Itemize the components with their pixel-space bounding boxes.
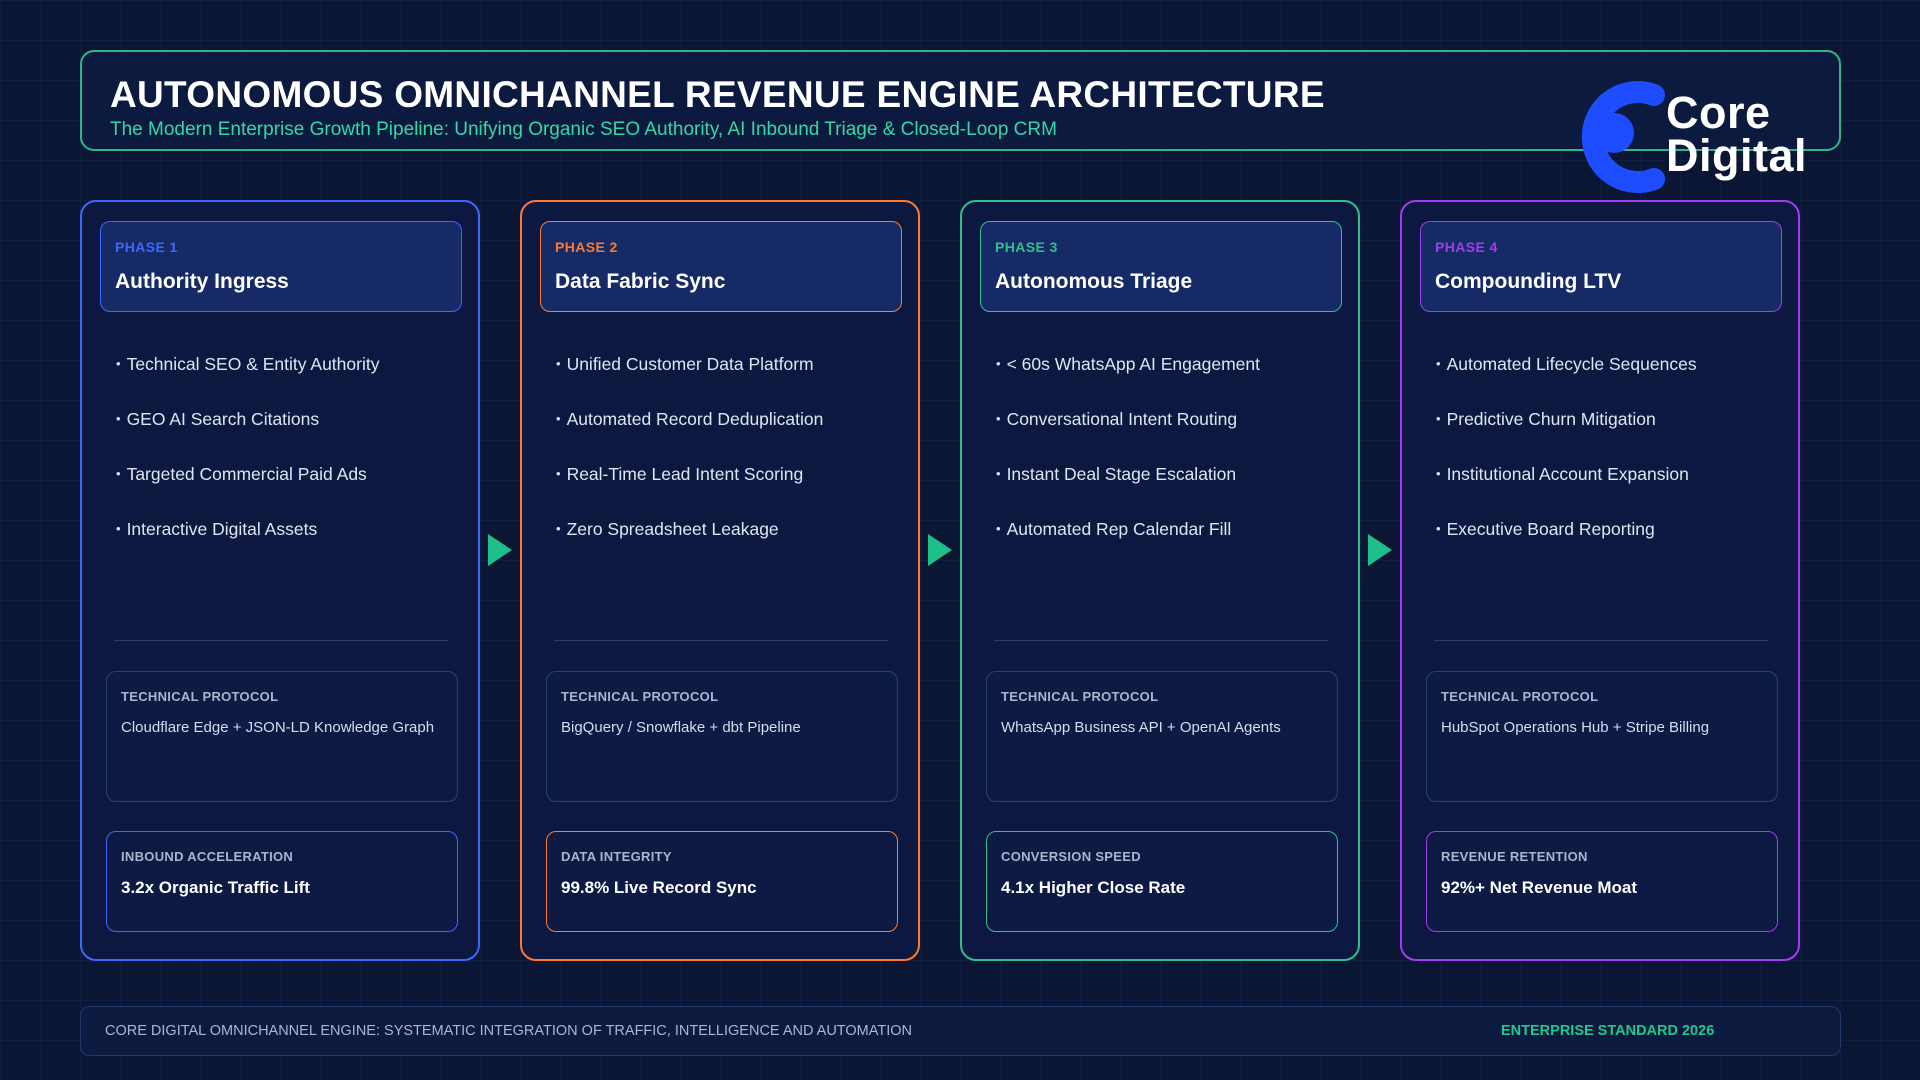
list-item: Automated Rep Calendar Fill <box>996 519 1260 574</box>
list-item: GEO AI Search Citations <box>116 409 379 464</box>
metric-box: REVENUE RETENTION 92%+ Net Revenue Moat <box>1426 831 1778 932</box>
phase-header: PHASE 2 Data Fabric Sync <box>540 221 902 312</box>
phase-card-1: PHASE 1 Authority Ingress Technical SEO … <box>80 200 480 961</box>
flow-arrow-icon <box>1368 534 1392 566</box>
metric-value: 92%+ Net Revenue Moat <box>1441 878 1638 897</box>
metric-box: DATA INTEGRITY 99.8% Live Record Sync <box>546 831 898 932</box>
divider <box>114 640 448 641</box>
logo: Core Digital <box>1572 78 1822 198</box>
metric-label: INBOUND ACCELERATION <box>121 849 294 864</box>
footer-standard-label: ENTERPRISE STANDARD 2026 <box>1501 1023 1715 1039</box>
list-item: Zero Spreadsheet Leakage <box>556 519 823 574</box>
phase-name: Compounding LTV <box>1435 270 1622 293</box>
phase-name: Data Fabric Sync <box>555 270 726 293</box>
divider <box>994 640 1328 641</box>
protocol-value: HubSpot Operations Hub + Stripe Billing <box>1441 719 1710 736</box>
phase-number: PHASE 4 <box>1435 239 1498 255</box>
phase-card-3: PHASE 3 Autonomous Triage < 60s WhatsApp… <box>960 200 1360 961</box>
list-item: Unified Customer Data Platform <box>556 354 823 409</box>
phase-number: PHASE 1 <box>115 239 178 255</box>
list-item: Instant Deal Stage Escalation <box>996 464 1260 519</box>
list-item: Conversational Intent Routing <box>996 409 1260 464</box>
page-subtitle: The Modern Enterprise Growth Pipeline: U… <box>110 119 1057 140</box>
metric-box: CONVERSION SPEED 4.1x Higher Close Rate <box>986 831 1338 932</box>
metric-label: REVENUE RETENTION <box>1441 849 1588 864</box>
protocol-value: BigQuery / Snowflake + dbt Pipeline <box>561 719 801 736</box>
list-item: Automated Lifecycle Sequences <box>1436 354 1697 409</box>
list-item: Executive Board Reporting <box>1436 519 1697 574</box>
metric-label: CONVERSION SPEED <box>1001 849 1141 864</box>
protocol-label: TECHNICAL PROTOCOL <box>121 689 279 704</box>
logo-text-core: Core <box>1666 87 1771 138</box>
list-item: Automated Record Deduplication <box>556 409 824 464</box>
technical-protocol-box: TECHNICAL PROTOCOL WhatsApp Business API… <box>986 671 1338 802</box>
footer-caption: CORE DIGITAL OMNICHANNEL ENGINE: SYSTEMA… <box>105 1023 912 1039</box>
list-item: Interactive Digital Assets <box>116 519 379 574</box>
phase-name: Authority Ingress <box>115 270 289 293</box>
phase-card-4: PHASE 4 Compounding LTV Automated Lifecy… <box>1400 200 1800 961</box>
metric-value: 3.2x Organic Traffic Lift <box>121 878 310 897</box>
feature-list: < 60s WhatsApp AI Engagement Conversatio… <box>996 354 1260 574</box>
phase-header: PHASE 1 Authority Ingress <box>100 221 462 312</box>
metric-label: DATA INTEGRITY <box>561 849 672 864</box>
phase-header: PHASE 4 Compounding LTV <box>1420 221 1782 312</box>
list-item: Technical SEO & Entity Authority <box>116 354 380 409</box>
phase-name: Autonomous Triage <box>995 270 1193 293</box>
protocol-value: Cloudflare Edge + JSON-LD Knowledge Grap… <box>121 719 435 736</box>
phase-card-2: PHASE 2 Data Fabric Sync Unified Custome… <box>520 200 920 961</box>
technical-protocol-box: TECHNICAL PROTOCOL Cloudflare Edge + JSO… <box>106 671 458 802</box>
protocol-label: TECHNICAL PROTOCOL <box>561 689 719 704</box>
feature-list: Unified Customer Data Platform Automated… <box>556 354 824 574</box>
protocol-value: WhatsApp Business API + OpenAI Agents <box>1001 719 1281 736</box>
feature-list: Automated Lifecycle Sequences Predictive… <box>1436 354 1697 574</box>
flow-arrow-icon <box>488 534 512 566</box>
feature-list: Technical SEO & Entity Authority GEO AI … <box>116 354 380 574</box>
divider <box>1434 640 1768 641</box>
technical-protocol-box: TECHNICAL PROTOCOL BigQuery / Snowflake … <box>546 671 898 802</box>
phase-number: PHASE 3 <box>995 239 1058 255</box>
technical-protocol-box: TECHNICAL PROTOCOL HubSpot Operations Hu… <box>1426 671 1778 802</box>
protocol-label: TECHNICAL PROTOCOL <box>1441 689 1599 704</box>
list-item: Targeted Commercial Paid Ads <box>116 464 379 519</box>
list-item: < 60s WhatsApp AI Engagement <box>996 354 1260 409</box>
footer-bar: CORE DIGITAL OMNICHANNEL ENGINE: SYSTEMA… <box>80 1006 1841 1056</box>
metric-box: INBOUND ACCELERATION 3.2x Organic Traffi… <box>106 831 458 932</box>
divider <box>554 640 888 641</box>
list-item: Real-Time Lead Intent Scoring <box>556 464 823 519</box>
list-item: Institutional Account Expansion <box>1436 464 1697 519</box>
metric-value: 4.1x Higher Close Rate <box>1001 878 1186 897</box>
page-title: AUTONOMOUS OMNICHANNEL REVENUE ENGINE AR… <box>110 74 1325 115</box>
logo-text-digital: Digital <box>1666 130 1808 181</box>
metric-value: 99.8% Live Record Sync <box>561 878 757 897</box>
flow-arrow-icon <box>928 534 952 566</box>
protocol-label: TECHNICAL PROTOCOL <box>1001 689 1159 704</box>
phase-header: PHASE 3 Autonomous Triage <box>980 221 1342 312</box>
phase-number: PHASE 2 <box>555 239 618 255</box>
list-item: Predictive Churn Mitigation <box>1436 409 1697 464</box>
